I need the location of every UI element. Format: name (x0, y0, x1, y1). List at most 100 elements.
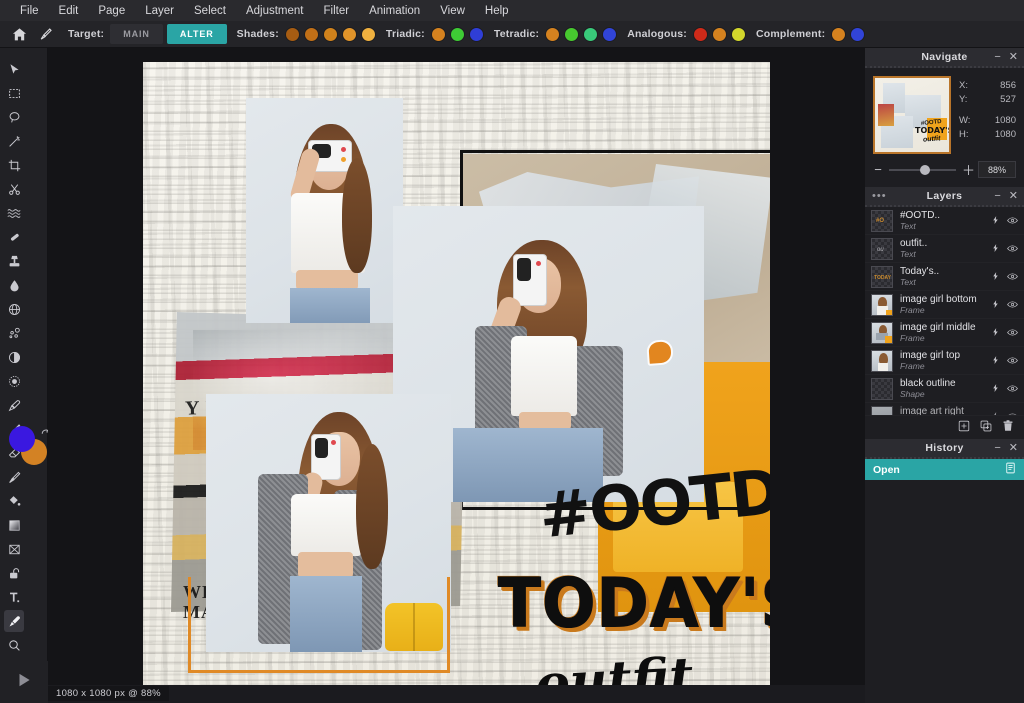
transform-tool[interactable] (4, 538, 24, 560)
layer-row-todays[interactable]: TODAY Today's.. Text (865, 263, 1024, 291)
zoom-slider-knob[interactable] (920, 165, 930, 175)
layer-row-image-girl-top[interactable]: image girl top Frame (865, 347, 1024, 375)
complement-swatch-1[interactable] (831, 27, 846, 42)
blur-tool[interactable] (4, 226, 24, 248)
layer-effects-icon[interactable] (991, 352, 1000, 370)
shade-swatch-3[interactable] (323, 27, 338, 42)
menu-edit[interactable]: Edit (49, 2, 89, 20)
layer-visibility-icon[interactable] (1007, 240, 1018, 258)
layers-menu-icon[interactable]: ••• (872, 192, 887, 201)
layers-close-button[interactable]: ✕ (1009, 190, 1018, 202)
clone-stamp-tool[interactable] (4, 250, 24, 272)
layer-visibility-icon[interactable] (1007, 212, 1018, 230)
liquify-tool[interactable] (4, 202, 24, 224)
layer-effects-icon[interactable] (991, 324, 1000, 342)
rect-select-tool[interactable] (4, 82, 24, 104)
radial-tool[interactable] (4, 370, 24, 392)
move-tool[interactable] (4, 58, 24, 80)
canvas-area[interactable]: Y NOW WE.MA (48, 48, 865, 685)
menu-layer[interactable]: Layer (135, 2, 184, 20)
layer-visibility-icon[interactable] (1007, 268, 1018, 286)
gradient-tool[interactable] (4, 514, 24, 536)
menu-adjustment[interactable]: Adjustment (236, 2, 314, 20)
navigate-minimize-button[interactable]: − (994, 51, 1000, 63)
crop-tool[interactable] (4, 154, 24, 176)
play-button[interactable] (15, 671, 33, 694)
foreground-color-chip[interactable] (9, 426, 35, 452)
layer-row-image-art-right[interactable]: image art right Frame (865, 403, 1024, 415)
triadic-swatch-3[interactable] (469, 27, 484, 42)
zoom-tool[interactable] (4, 634, 24, 656)
menu-file[interactable]: File (10, 2, 49, 20)
navigate-thumbnail[interactable]: TODAY'S #OOTD outfit (873, 76, 951, 154)
image-girl-top[interactable] (246, 98, 403, 323)
water-drop-tool[interactable] (4, 274, 24, 296)
text-tool[interactable] (4, 586, 24, 608)
artboard[interactable]: Y NOW WE.MA (143, 62, 770, 685)
menu-filter[interactable]: Filter (314, 2, 360, 20)
navigate-close-button[interactable]: ✕ (1009, 51, 1018, 63)
layer-row-image-girl-bottom[interactable]: image girl bottom Frame (865, 291, 1024, 319)
layer-visibility-icon[interactable] (1007, 324, 1018, 342)
target-alter-button[interactable]: ALTER (167, 24, 227, 44)
lock-tool[interactable] (4, 562, 24, 584)
brush-icon[interactable] (32, 23, 58, 45)
target-main-button[interactable]: MAIN (110, 24, 163, 44)
layer-effects-icon[interactable] (991, 268, 1000, 286)
menu-help[interactable]: Help (475, 2, 519, 20)
menu-animation[interactable]: Animation (359, 2, 430, 20)
delete-layer-icon[interactable] (1002, 419, 1014, 437)
headline-todays-text[interactable]: TODAY'S (498, 564, 770, 643)
layer-effects-icon[interactable] (991, 380, 1000, 398)
history-item-open[interactable]: Open (865, 459, 1024, 480)
analogous-swatch-3[interactable] (731, 27, 746, 42)
layer-row-black-outline[interactable]: black outline Shape (865, 375, 1024, 403)
menu-view[interactable]: View (430, 2, 475, 20)
zoom-slider[interactable] (889, 164, 956, 176)
layer-visibility-icon[interactable] (1007, 408, 1018, 416)
magic-wand-tool[interactable] (4, 130, 24, 152)
triadic-swatch-1[interactable] (431, 27, 446, 42)
lasso-tool[interactable] (4, 106, 24, 128)
layer-row-outfit[interactable]: ou outfit.. Text (865, 235, 1024, 263)
layer-visibility-icon[interactable] (1007, 296, 1018, 314)
contrast-tool[interactable] (4, 346, 24, 368)
zoom-in-button[interactable]: ＋ (962, 160, 972, 179)
layer-effects-icon[interactable] (991, 296, 1000, 314)
triadic-swatch-2[interactable] (450, 27, 465, 42)
layer-row-image-girl-middle[interactable]: image girl middle Frame (865, 319, 1024, 347)
tetradic-swatch-3[interactable] (583, 27, 598, 42)
particles-tool[interactable] (4, 322, 24, 344)
scissors-tool[interactable] (4, 178, 24, 200)
layer-effects-icon[interactable] (991, 240, 1000, 258)
complement-swatch-2[interactable] (850, 27, 865, 42)
shade-swatch-2[interactable] (304, 27, 319, 42)
history-close-button[interactable]: ✕ (1009, 442, 1018, 454)
globe-tool[interactable] (4, 298, 24, 320)
layer-effects-icon[interactable] (991, 212, 1000, 230)
layers-minimize-button[interactable]: − (994, 190, 1000, 202)
layers-list[interactable]: #O #OOTD.. Text ou outfit.. Text (865, 207, 1024, 415)
tetradic-swatch-4[interactable] (602, 27, 617, 42)
tetradic-swatch-1[interactable] (545, 27, 560, 42)
duplicate-layer-icon[interactable] (980, 419, 992, 437)
zoom-out-button[interactable]: − (873, 162, 883, 177)
menu-select[interactable]: Select (184, 2, 236, 20)
shade-swatch-1[interactable] (285, 27, 300, 42)
home-icon[interactable] (6, 23, 32, 45)
shade-swatch-5[interactable] (361, 27, 376, 42)
eyedropper-tool[interactable] (4, 394, 24, 416)
tetradic-swatch-2[interactable] (564, 27, 579, 42)
layer-visibility-icon[interactable] (1007, 352, 1018, 370)
zoom-value-field[interactable]: 88% (978, 161, 1016, 178)
analogous-swatch-1[interactable] (693, 27, 708, 42)
menu-page[interactable]: Page (88, 2, 135, 20)
layer-row-ootd[interactable]: #O #OOTD.. Text (865, 207, 1024, 235)
add-layer-icon[interactable] (958, 419, 970, 437)
paint-bucket-tool[interactable] (4, 490, 24, 512)
shade-swatch-4[interactable] (342, 27, 357, 42)
analogous-swatch-2[interactable] (712, 27, 727, 42)
layer-visibility-icon[interactable] (1007, 380, 1018, 398)
color-picker-tool[interactable] (4, 610, 24, 632)
layer-effects-icon[interactable] (991, 408, 1000, 416)
